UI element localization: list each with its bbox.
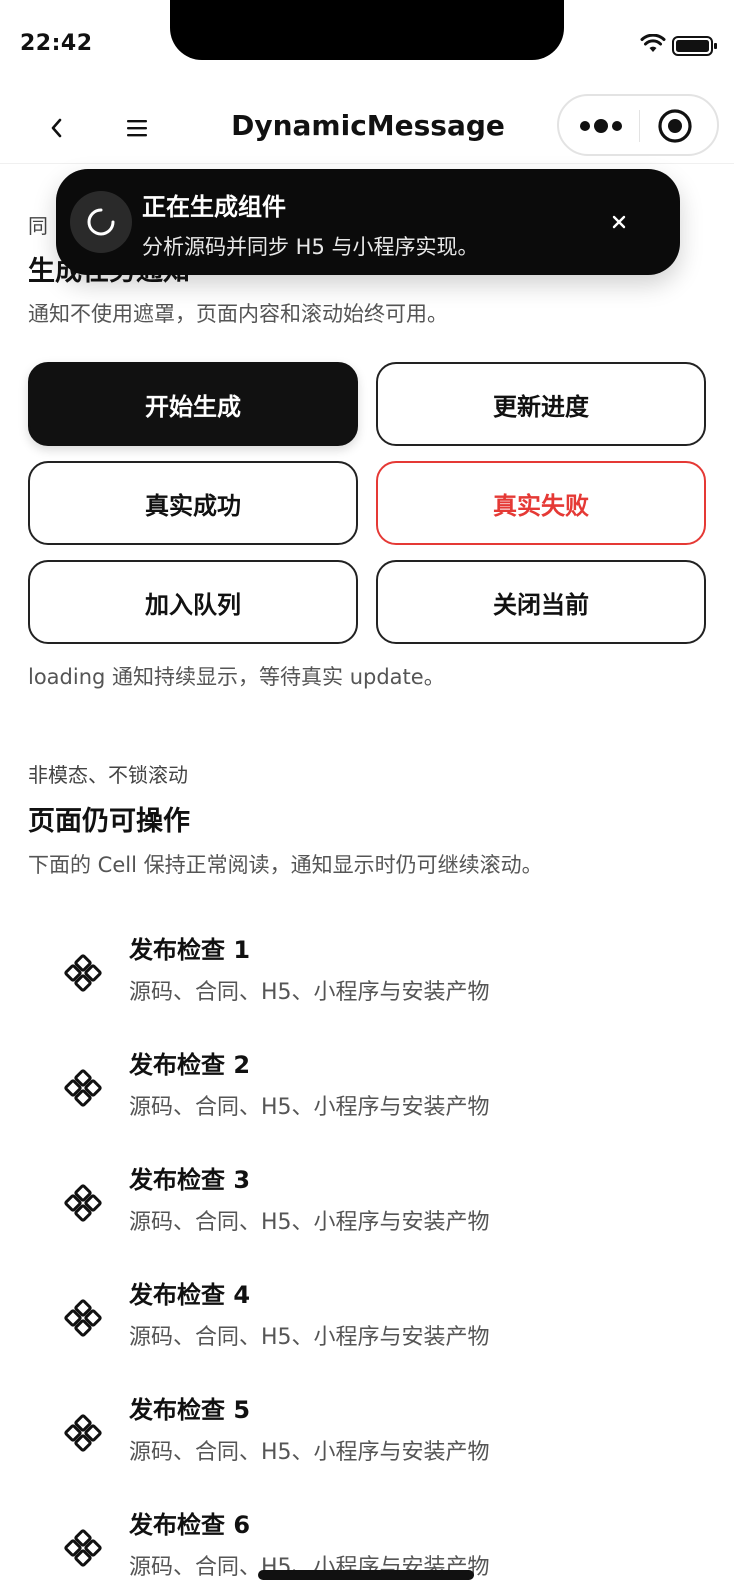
device-notch [170, 0, 564, 60]
cell-description: 源码、合同、H5、小程序与安装产物 [129, 1210, 490, 1235]
status-time: 22:42 [20, 31, 93, 56]
diamond-dots-icon [64, 954, 102, 992]
cell-description: 源码、合同、H5、小程序与安装产物 [129, 980, 490, 1005]
diamond-dots-icon [64, 1184, 102, 1222]
real-success-button[interactable]: 真实成功 [28, 461, 358, 545]
list-item[interactable]: 发布检查 4 源码、合同、H5、小程序与安装产物 [0, 1265, 734, 1380]
back-button[interactable] [42, 110, 70, 146]
diamond-dots-icon [64, 1299, 102, 1337]
diamond-dots-icon [64, 1069, 102, 1107]
cell-title: 发布检查 3 [129, 1166, 251, 1194]
real-failure-button[interactable]: 真实失败 [376, 461, 706, 545]
capsule-divider [639, 110, 640, 142]
nav-bar: DynamicMessage [0, 92, 734, 164]
page-title: DynamicMessage [231, 109, 505, 142]
list-item[interactable]: 发布检查 3 源码、合同、H5、小程序与安装产物 [0, 1150, 734, 1265]
loading-spinner [70, 191, 132, 253]
spinner-icon [87, 208, 115, 236]
cell-title: 发布检查 2 [129, 1051, 251, 1079]
close-icon [612, 215, 626, 229]
battery-icon [672, 36, 717, 56]
page-content[interactable]: 同 生成任务通知 通知不使用遮罩，页面内容和滚动始终可用。 开始生成 更新进度 … [0, 165, 734, 1588]
cell-description: 源码、合同、H5、小程序与安装产物 [129, 1095, 490, 1120]
cell-title: 发布检查 5 [129, 1396, 251, 1424]
menu-button[interactable] [122, 110, 152, 146]
chevron-left-icon [51, 118, 62, 138]
add-queue-button[interactable]: 加入队列 [28, 560, 358, 644]
section-eyebrow: 同 [28, 214, 48, 238]
toast-message: 分析源码并同步 H5 与小程序实现。 [142, 235, 479, 259]
hamburger-icon [127, 120, 147, 137]
toast-title: 正在生成组件 [142, 193, 286, 221]
section-title: 页面仍可操作 [28, 806, 190, 837]
loading-hint: loading 通知持续显示，等待真实 update。 [28, 665, 445, 689]
list-item[interactable]: 发布检查 1 源码、合同、H5、小程序与安装产物 [0, 920, 734, 1035]
status-bar: 22:42 [0, 0, 734, 92]
section-description: 通知不使用遮罩，页面内容和滚动始终可用。 [28, 302, 448, 326]
toast-close-button[interactable] [602, 205, 636, 239]
section-eyebrow: 非模态、不锁滚动 [28, 763, 188, 787]
home-indicator[interactable] [258, 1570, 474, 1580]
section-description: 下面的 Cell 保持正常阅读，通知显示时仍可继续滚动。 [28, 853, 543, 877]
diamond-dots-icon [64, 1529, 102, 1567]
cell-description: 源码、合同、H5、小程序与安装产物 [129, 1325, 490, 1350]
start-generate-button[interactable]: 开始生成 [28, 362, 358, 446]
list-item[interactable]: 发布检查 2 源码、合同、H5、小程序与安装产物 [0, 1035, 734, 1150]
dynamic-message-toast: 正在生成组件 分析源码并同步 H5 与小程序实现。 [56, 169, 680, 275]
close-current-button[interactable]: 关闭当前 [376, 560, 706, 644]
cell-description: 源码、合同、H5、小程序与安装产物 [129, 1440, 490, 1465]
list-item[interactable]: 发布检查 5 源码、合同、H5、小程序与安装产物 [0, 1380, 734, 1495]
cell-title: 发布检查 1 [129, 936, 251, 964]
phone-screen: 22:42 DynamicMessage 同 通知不使用遮罩，页面内容和滚动始终… [0, 0, 734, 1588]
cell-title: 发布检查 6 [129, 1511, 251, 1539]
diamond-dots-icon [64, 1414, 102, 1452]
update-progress-button[interactable]: 更新进度 [376, 362, 706, 446]
cell-title: 发布检查 4 [129, 1281, 251, 1309]
wifi-icon [640, 34, 666, 52]
close-miniprogram-icon[interactable] [657, 108, 693, 144]
more-dots-icon[interactable] [577, 114, 625, 138]
miniprogram-capsule [557, 94, 719, 156]
